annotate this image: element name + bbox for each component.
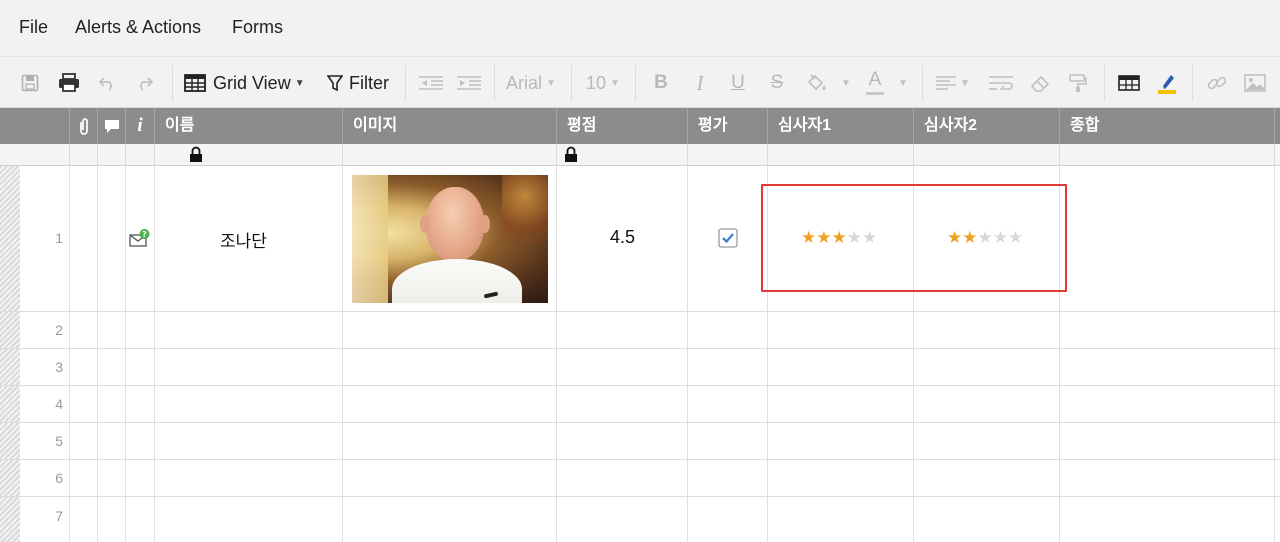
chevron-down-icon: ▼ [546,77,556,89]
column-header-judge1[interactable]: 심사자1 [768,108,914,144]
column-header-image[interactable]: 이미지 [343,108,557,144]
attachment-cell[interactable] [70,166,98,311]
lock-icon [190,146,202,162]
text-color-icon: A [866,70,884,95]
name-value: 조나단 [220,232,267,251]
row-header[interactable]: 3 [0,349,70,385]
comment-cell[interactable] [98,166,126,311]
table-row[interactable]: 4 [0,386,1280,423]
paint-bucket-icon [805,73,827,93]
comment-column-header[interactable] [98,108,126,144]
column-header-score[interactable]: 평점 [557,108,688,144]
score-value: 4.5 [609,227,635,247]
strikethrough-button[interactable]: S [766,57,788,109]
link-icon[interactable] [1205,57,1229,109]
chevron-down-icon: ▼ [898,77,908,89]
grid-view-label: Grid View [213,72,291,93]
font-family-value: Arial [506,72,543,93]
eraser-icon[interactable] [1028,57,1052,109]
highlight-box [761,184,1067,292]
wrap-text-icon[interactable] [988,57,1014,109]
menu-forms[interactable]: Forms [232,17,283,38]
table-row[interactable]: 5 [0,423,1280,460]
menu-bar: File Alerts & Actions Forms [0,0,1280,56]
sheet-grid: i 이름 이미지 평점 평가 심사자1 심사자2 종합 1 ? 조나단 4.5 … [0,108,1280,542]
menu-file[interactable]: File [19,17,48,38]
row-header[interactable]: 6 [0,460,70,496]
lock-icon [565,146,577,162]
italic-button[interactable]: I [689,57,711,109]
chevron-down-icon: ▼ [294,77,305,89]
name-cell[interactable]: 조나단 [155,166,343,311]
image-icon[interactable] [1243,57,1267,109]
fill-color-button[interactable]: ▼ [805,57,855,109]
column-header-total[interactable]: 종합 [1060,108,1275,144]
align-dropdown[interactable]: ▼ [936,57,974,109]
chevron-down-icon: ▼ [960,77,970,89]
chevron-down-icon: ▼ [841,77,851,89]
column-header-row: i 이름 이미지 평점 평가 심사자1 심사자2 종합 [0,108,1280,144]
underline-button[interactable]: U [727,57,749,109]
menu-alerts-actions[interactable]: Alerts & Actions [75,17,201,38]
lock-row [0,144,1280,166]
total-cell[interactable] [1060,166,1275,311]
row-header[interactable]: 7 [0,497,70,542]
font-family-select[interactable]: Arial ▼ [506,57,562,109]
save-icon[interactable] [18,57,42,109]
toolbar: Grid View ▼ Filter Arial ▼ 10 ▼ B I U S [0,56,1280,108]
undo-icon[interactable] [96,57,118,109]
eval-cell[interactable] [688,166,768,311]
highlighter-icon[interactable] [1154,57,1180,109]
paperclip-icon [80,118,88,135]
comment-icon [105,120,119,133]
font-size-select[interactable]: 10 ▼ [586,57,626,109]
attachment-column-header[interactable] [70,108,98,144]
table-row[interactable]: 1 ? 조나단 4.5 ★★★★★ ★★★★★ [0,166,1280,312]
chevron-down-icon: ▼ [610,77,620,89]
print-icon[interactable] [56,57,82,109]
column-header-eval[interactable]: 평가 [688,108,768,144]
filter-icon [327,74,343,92]
text-color-button[interactable]: A ▼ [866,57,914,109]
grid-view-icon [184,74,206,92]
table-icon[interactable] [1116,57,1142,109]
column-header-judge2[interactable]: 심사자2 [914,108,1060,144]
grid-view-dropdown[interactable]: Grid View ▼ [184,57,310,109]
filter-label: Filter [349,72,389,93]
profile-photo[interactable] [352,175,548,303]
font-size-value: 10 [586,72,607,93]
indent-icon[interactable] [456,57,482,109]
row-header[interactable]: 2 [0,312,70,348]
row-header-corner [0,108,70,144]
mail-alert-icon[interactable]: ? [129,228,151,250]
table-row[interactable]: 7 [0,497,1280,542]
image-cell[interactable] [343,166,557,311]
redo-icon[interactable] [134,57,156,109]
table-row[interactable]: 3 [0,349,1280,386]
svg-text:?: ? [142,230,147,239]
row-number: 1 [55,230,63,246]
row-header[interactable]: 1 [0,166,70,311]
table-row[interactable]: 6 [0,460,1280,497]
info-column-header[interactable]: i [126,108,155,144]
row-header[interactable]: 4 [0,386,70,422]
table-row[interactable]: 2 [0,312,1280,349]
format-painter-icon[interactable] [1066,57,1090,109]
info-cell[interactable]: ? [126,166,155,311]
checkbox-icon[interactable] [718,228,738,248]
score-cell[interactable]: 4.5 [557,166,688,311]
bold-button[interactable]: B [650,57,672,109]
filter-button[interactable]: Filter [327,57,397,109]
row-header[interactable]: 5 [0,423,70,459]
column-header-name[interactable]: 이름 [155,108,343,144]
align-icon [936,76,956,90]
outdent-icon[interactable] [418,57,444,109]
